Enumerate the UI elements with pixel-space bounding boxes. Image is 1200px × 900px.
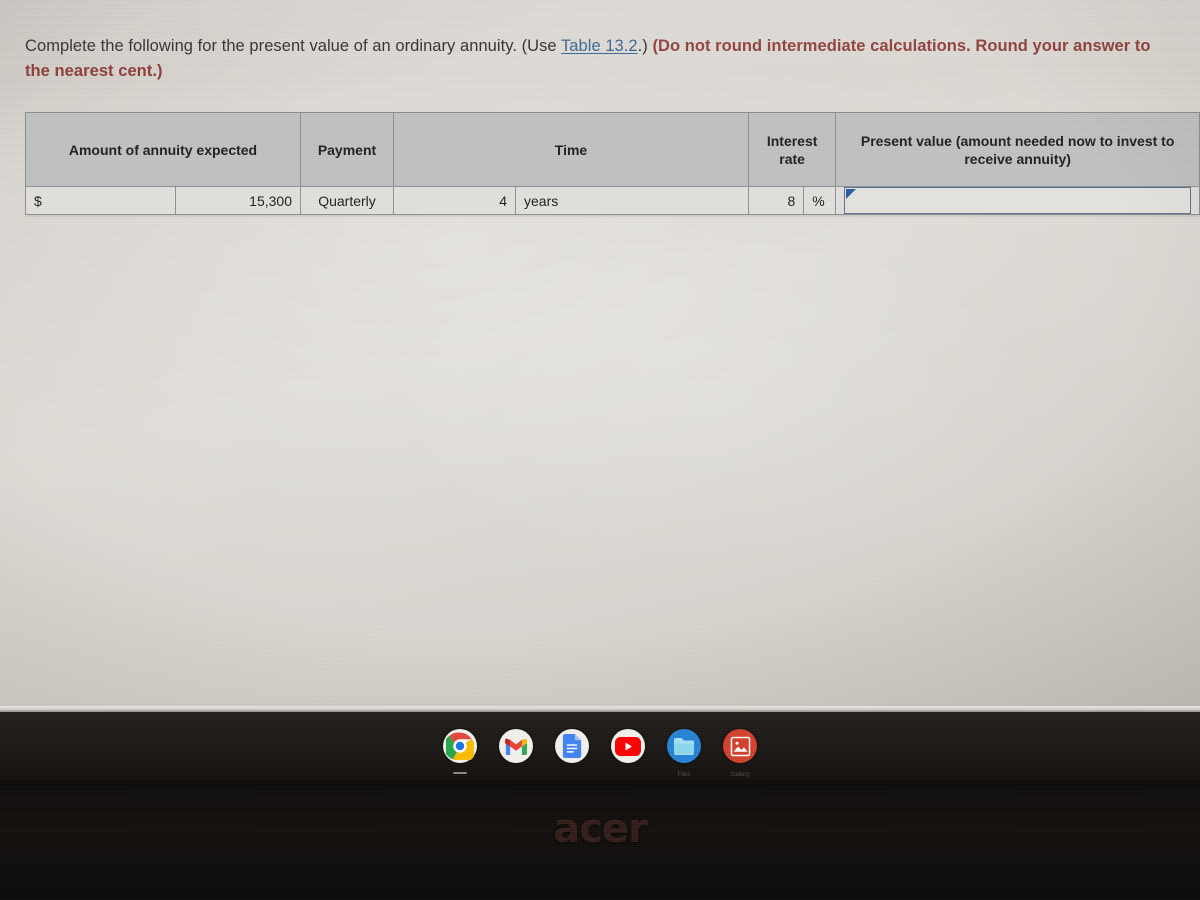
- cell-payment-frequency: Quarterly: [300, 186, 394, 215]
- chrome-running-indicator: [453, 771, 467, 774]
- present-value-input[interactable]: [845, 188, 1190, 213]
- cell-currency-symbol: $: [25, 186, 176, 215]
- table-header-row: Amount of annuity expected Payment Time …: [25, 112, 1200, 187]
- table-row: $ 15,300 Quarterly 4 years 8 %: [25, 186, 1200, 215]
- column-header-payment: Payment: [300, 112, 394, 187]
- cell-present-value[interactable]: [835, 186, 1200, 215]
- table-13-2-link[interactable]: Table 13.2: [561, 37, 638, 55]
- column-header-interest-rate: Interest rate: [747, 112, 837, 187]
- laptop-photo: Complete the following for the present v…: [0, 0, 1200, 900]
- youtube-icon[interactable]: [611, 729, 645, 763]
- cell-rate-value: 8: [747, 186, 805, 215]
- cell-time-value: 4: [393, 186, 516, 215]
- laptop-screen: Complete the following for the present v…: [0, 0, 1200, 712]
- shelf-icon-bar: Files Gallery: [0, 712, 1200, 780]
- cell-marker-icon: [846, 189, 857, 199]
- files-icon[interactable]: Files: [667, 729, 701, 778]
- column-header-present-value: Present value (amount needed now to inve…: [835, 112, 1200, 187]
- cell-annuity-amount: 15,300: [175, 186, 301, 215]
- annuity-worksheet-table: Amount of annuity expected Payment Time …: [25, 112, 1200, 215]
- cell-time-unit: years: [515, 186, 749, 215]
- chrome-icon[interactable]: [443, 729, 477, 774]
- present-value-input-wrapper[interactable]: [844, 187, 1191, 214]
- cell-rate-unit: %: [803, 186, 837, 215]
- google-docs-icon[interactable]: [555, 729, 589, 763]
- prompt-lead-text: Complete the following for the present v…: [25, 37, 561, 55]
- files-icon-label: Files: [677, 772, 691, 778]
- acer-brand-logo: acer: [553, 806, 648, 852]
- column-header-time: Time: [393, 112, 749, 187]
- prompt-after-link-text: .): [637, 37, 653, 55]
- question-prompt: Complete the following for the present v…: [25, 34, 1170, 84]
- gmail-icon[interactable]: [499, 729, 533, 763]
- worksheet-page: Complete the following for the present v…: [0, 0, 1200, 706]
- column-header-amount: Amount of annuity expected: [25, 112, 301, 187]
- gallery-icon[interactable]: Gallery: [723, 729, 757, 778]
- gallery-icon-label: Gallery: [730, 772, 750, 778]
